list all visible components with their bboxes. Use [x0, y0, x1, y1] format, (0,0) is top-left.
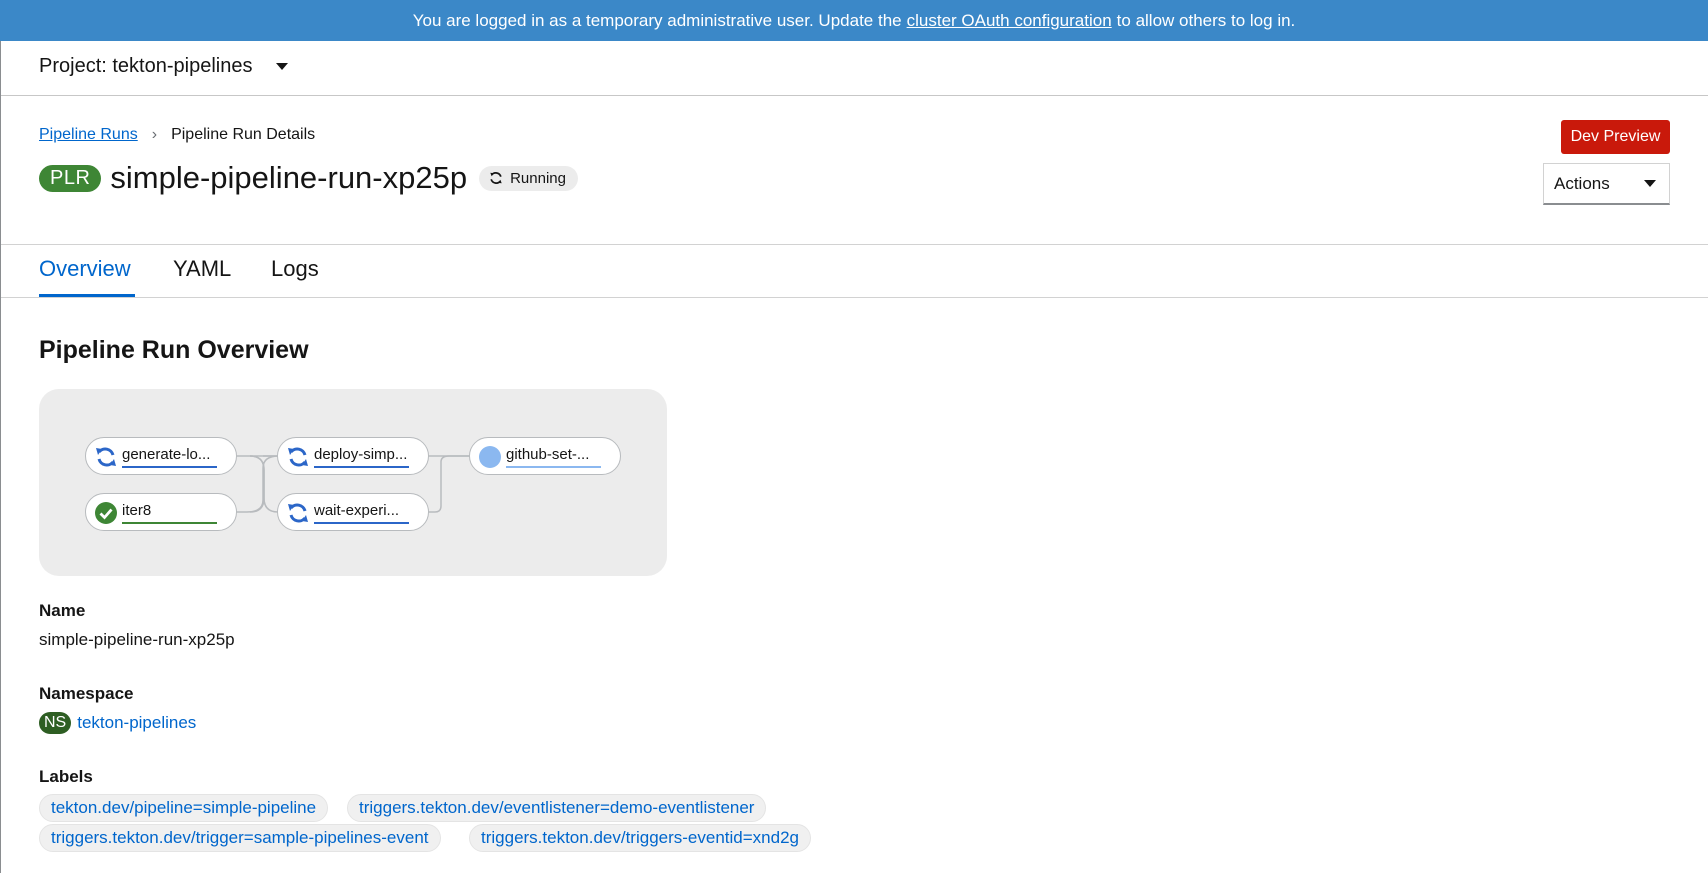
name-label: Name [39, 601, 86, 620]
label-chip[interactable]: triggers.tekton.dev/trigger=sample-pipel… [39, 824, 441, 852]
status-text: Running [510, 169, 566, 187]
breadcrumb-pipeline-runs-link[interactable]: Pipeline Runs [39, 126, 138, 144]
sync-icon [96, 447, 116, 467]
tab-overview[interactable]: Overview [39, 256, 131, 282]
namespace-link[interactable]: tekton-pipelines [77, 713, 196, 733]
sync-icon [288, 447, 308, 467]
status-badge: Running [479, 165, 578, 191]
actions-dropdown[interactable]: Actions [1543, 163, 1670, 205]
info-banner: You are logged in as a temporary adminis… [0, 0, 1708, 41]
task-progress-bar [122, 466, 217, 468]
chevron-right-icon: › [151, 126, 158, 143]
task-label: iter8 [122, 502, 152, 519]
project-bar: Project: tekton-pipelines [1, 41, 1708, 96]
task-progress-bar [314, 522, 409, 524]
label-chip[interactable]: triggers.tekton.dev/eventlistener=demo-e… [347, 794, 767, 822]
task-node-generate[interactable]: generate-lo... [85, 437, 237, 475]
namespace-badge: NS [39, 712, 72, 734]
breadcrumb-current: Pipeline Run Details [171, 126, 316, 143]
tab-logs[interactable]: Logs [271, 256, 319, 282]
tab-yaml[interactable]: YAML [173, 256, 231, 282]
label-chip[interactable]: triggers.tekton.dev/triggers-eventid=xnd… [469, 824, 811, 852]
pending-circle-icon [479, 446, 501, 468]
task-label: github-set-... [506, 446, 590, 463]
task-node-deploy[interactable]: deploy-simp... [277, 437, 429, 475]
labels-label: Labels [39, 767, 93, 786]
check-circle-icon [95, 502, 117, 524]
page-title: simple-pipeline-run-xp25p [110, 160, 468, 195]
caret-down-icon [1643, 180, 1656, 187]
project-selector[interactable]: Project: tekton-pipelines [39, 55, 289, 78]
label-chip[interactable]: tekton.dev/pipeline=simple-pipeline [39, 794, 329, 822]
page-header: PLR simple-pipeline-run-xp25p Running [39, 160, 578, 196]
pipeline-edges [235, 455, 471, 513]
sync-icon [288, 503, 308, 523]
task-progress-bar [314, 466, 409, 468]
cluster-oauth-link[interactable]: cluster OAuth configuration [907, 11, 1112, 31]
banner-text-suffix: to allow others to log in. [1116, 10, 1296, 30]
task-progress-bar [122, 522, 217, 524]
active-tab-indicator [39, 294, 135, 297]
task-node-github-set[interactable]: github-set-... [469, 437, 621, 475]
task-progress-bar [506, 466, 601, 468]
tab-bar: Overview YAML Logs [1, 245, 1708, 298]
actions-label: Actions [1554, 173, 1610, 193]
section-title: Pipeline Run Overview [39, 336, 309, 364]
banner-text-prefix: You are logged in as a temporary adminis… [412, 10, 902, 30]
left-border [0, 41, 1, 873]
task-label: generate-lo... [122, 446, 211, 463]
namespace-value: NS tekton-pipelines [39, 712, 196, 734]
resource-type-badge: PLR [39, 164, 102, 192]
task-node-iter8[interactable]: iter8 [85, 493, 237, 531]
name-value: simple-pipeline-run-xp25p [39, 630, 235, 649]
breadcrumb: Pipeline Runs › Pipeline Run Details [39, 126, 315, 144]
task-node-wait[interactable]: wait-experi... [277, 493, 429, 531]
sync-icon [490, 172, 502, 184]
dev-preview-button[interactable]: Dev Preview [1561, 120, 1670, 154]
pipeline-graph: generate-lo... iter8 deploy-simp... wait… [39, 389, 667, 576]
caret-down-icon [276, 63, 289, 70]
task-label: wait-experi... [314, 502, 400, 519]
task-label: deploy-simp... [314, 446, 408, 463]
project-selector-label: Project: tekton-pipelines [39, 55, 253, 77]
namespace-label: Namespace [39, 684, 134, 703]
